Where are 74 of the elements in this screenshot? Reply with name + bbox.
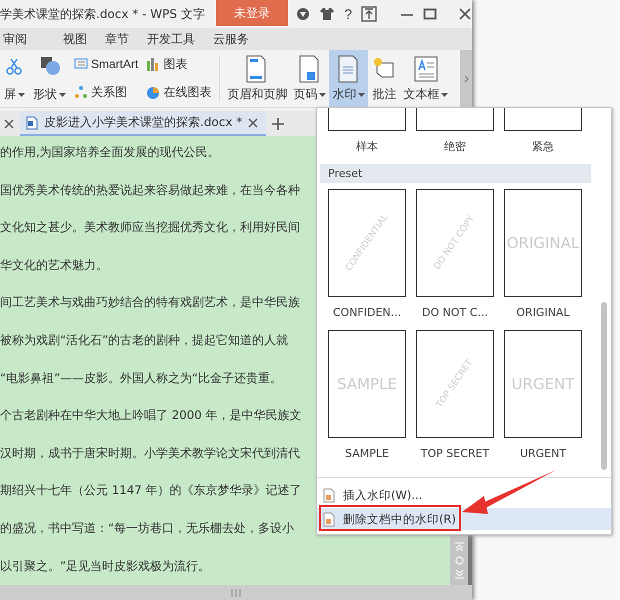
diagram-icon xyxy=(74,58,88,69)
watermark-icon xyxy=(338,56,358,82)
document-icon xyxy=(323,488,335,502)
window-title: 学美术课堂的探索.docx * - WPS 文字 xyxy=(0,6,205,22)
ribbon-button[interactable]: 图表 xyxy=(146,56,212,73)
grip-icon[interactable] xyxy=(231,588,241,596)
bar-chart-icon xyxy=(147,58,158,71)
watermark-label[interactable]: TOP SECRET xyxy=(420,447,490,460)
watermark-label[interactable]: CONFIDEN... xyxy=(332,306,402,319)
document-icon xyxy=(323,512,335,526)
close-icon[interactable] xyxy=(248,118,258,128)
watermark-thumbnail[interactable] xyxy=(328,108,406,131)
paragraph-line: 个古老剧种在中华大地上吟唱了 2000 年，是中华民族文 xyxy=(0,407,302,424)
page-header-icon xyxy=(246,56,266,82)
paragraph-line: 华文化的艺术魅力。 xyxy=(0,256,108,273)
paragraph-line: 以引聚之。”足见当时皮影戏极为流行。 xyxy=(0,558,210,574)
restore-ribbon-icon[interactable] xyxy=(361,6,377,22)
chevron-right-icon[interactable] xyxy=(464,74,468,82)
shapes-icon xyxy=(40,57,60,75)
pie-chart-icon xyxy=(147,87,160,100)
close-icon[interactable] xyxy=(4,118,14,128)
watermark-label[interactable]: 样本 xyxy=(328,139,406,154)
watermark-label[interactable]: SAMPLE xyxy=(345,447,389,460)
paragraph-line: “电影鼻祖”——皮影。外国人称之为“比金子还贵重。 xyxy=(0,370,282,386)
menu-tab[interactable]: 章节 xyxy=(96,30,138,48)
document-tab[interactable]: 皮影进入小学美术课堂的探索.docx * xyxy=(20,111,266,136)
menu-item[interactable]: 删除文档中的水印(R) xyxy=(317,508,611,530)
watermark-thumbnail[interactable] xyxy=(504,108,582,131)
ribbon-button[interactable]: 形状 xyxy=(29,50,70,107)
paragraph-line: 文化知之甚少。美术教师应当挖掘优秀文化，利用好民间 xyxy=(0,219,300,236)
watermark-label[interactable]: 紧急 xyxy=(504,139,582,154)
comment-icon xyxy=(374,58,394,78)
paragraph-line: 的作用,为国家培养全面发展的现代公民。 xyxy=(0,144,220,160)
close-icon[interactable] xyxy=(458,7,472,21)
caret-icon xyxy=(441,92,448,96)
ribbon-button[interactable]: 页码 xyxy=(290,50,330,107)
paragraph-line: 期绍兴十七年（公元 1147 年）的《东京梦华录》记述了 xyxy=(0,482,302,498)
caret-icon xyxy=(358,92,366,96)
ribbon-button[interactable]: SmartArt xyxy=(74,56,138,72)
caret-icon xyxy=(18,92,25,96)
paragraph-line: 被称为戏剧“活化石”的古老的剧种，提起它知道的人就 xyxy=(0,332,288,348)
menu-tab[interactable]: 开发工具 xyxy=(138,30,204,48)
section-header: Preset xyxy=(320,164,591,183)
ribbon-button[interactable]: 批注 xyxy=(368,50,400,107)
menu-tab[interactable]: 审阅 xyxy=(0,30,36,48)
paragraph-line: 间工艺美术与戏曲巧妙结合的特有戏剧艺术，是中华民族 xyxy=(0,294,300,310)
ribbon-button[interactable]: 文本框 xyxy=(400,50,452,107)
ribbon-button[interactable]: 页眉和页脚 xyxy=(224,50,290,107)
caret-icon xyxy=(59,92,66,96)
paragraph-line: 汉时期，成书于唐宋时期。小学美术教学论文宋代到清代 xyxy=(0,444,300,461)
help-button[interactable]: ? xyxy=(344,6,352,22)
watermark-label[interactable]: DO NOT C... xyxy=(422,306,488,319)
paragraph-line: 国优秀美术传统的热爱说起来容易做起来难，在当今各种 xyxy=(0,182,300,198)
plus-icon[interactable] xyxy=(272,118,284,130)
page-number-icon xyxy=(299,56,318,82)
cycle-icon xyxy=(75,86,87,98)
watermark-label[interactable]: ORIGINAL xyxy=(516,306,570,319)
scrollbar-thumb[interactable] xyxy=(601,302,607,470)
ribbon-button[interactable]: 在线图表 xyxy=(146,84,212,102)
ribbon-button[interactable]: 水印 xyxy=(329,50,368,107)
menu-tab[interactable]: 视图 xyxy=(54,30,96,48)
shirt-icon[interactable] xyxy=(319,7,336,21)
paragraph-line: 的盛况，书中写道：“每一坊巷口，无乐棚去处，多设小 xyxy=(0,520,294,536)
maximize-icon[interactable] xyxy=(423,7,437,21)
ribbon-button[interactable]: 关系图 xyxy=(74,84,138,101)
caret-icon xyxy=(319,92,326,96)
document-icon xyxy=(26,116,38,130)
watermark-label[interactable]: 绝密 xyxy=(416,139,494,154)
scissors-icon xyxy=(6,58,22,75)
ribbon-button[interactable]: 屏 xyxy=(0,50,29,107)
text-box-icon xyxy=(414,56,438,82)
watermark-label[interactable]: URGENT xyxy=(520,447,566,460)
menu-tab[interactable]: 云服务 xyxy=(204,30,258,48)
watermark-thumbnail[interactable] xyxy=(416,108,494,131)
